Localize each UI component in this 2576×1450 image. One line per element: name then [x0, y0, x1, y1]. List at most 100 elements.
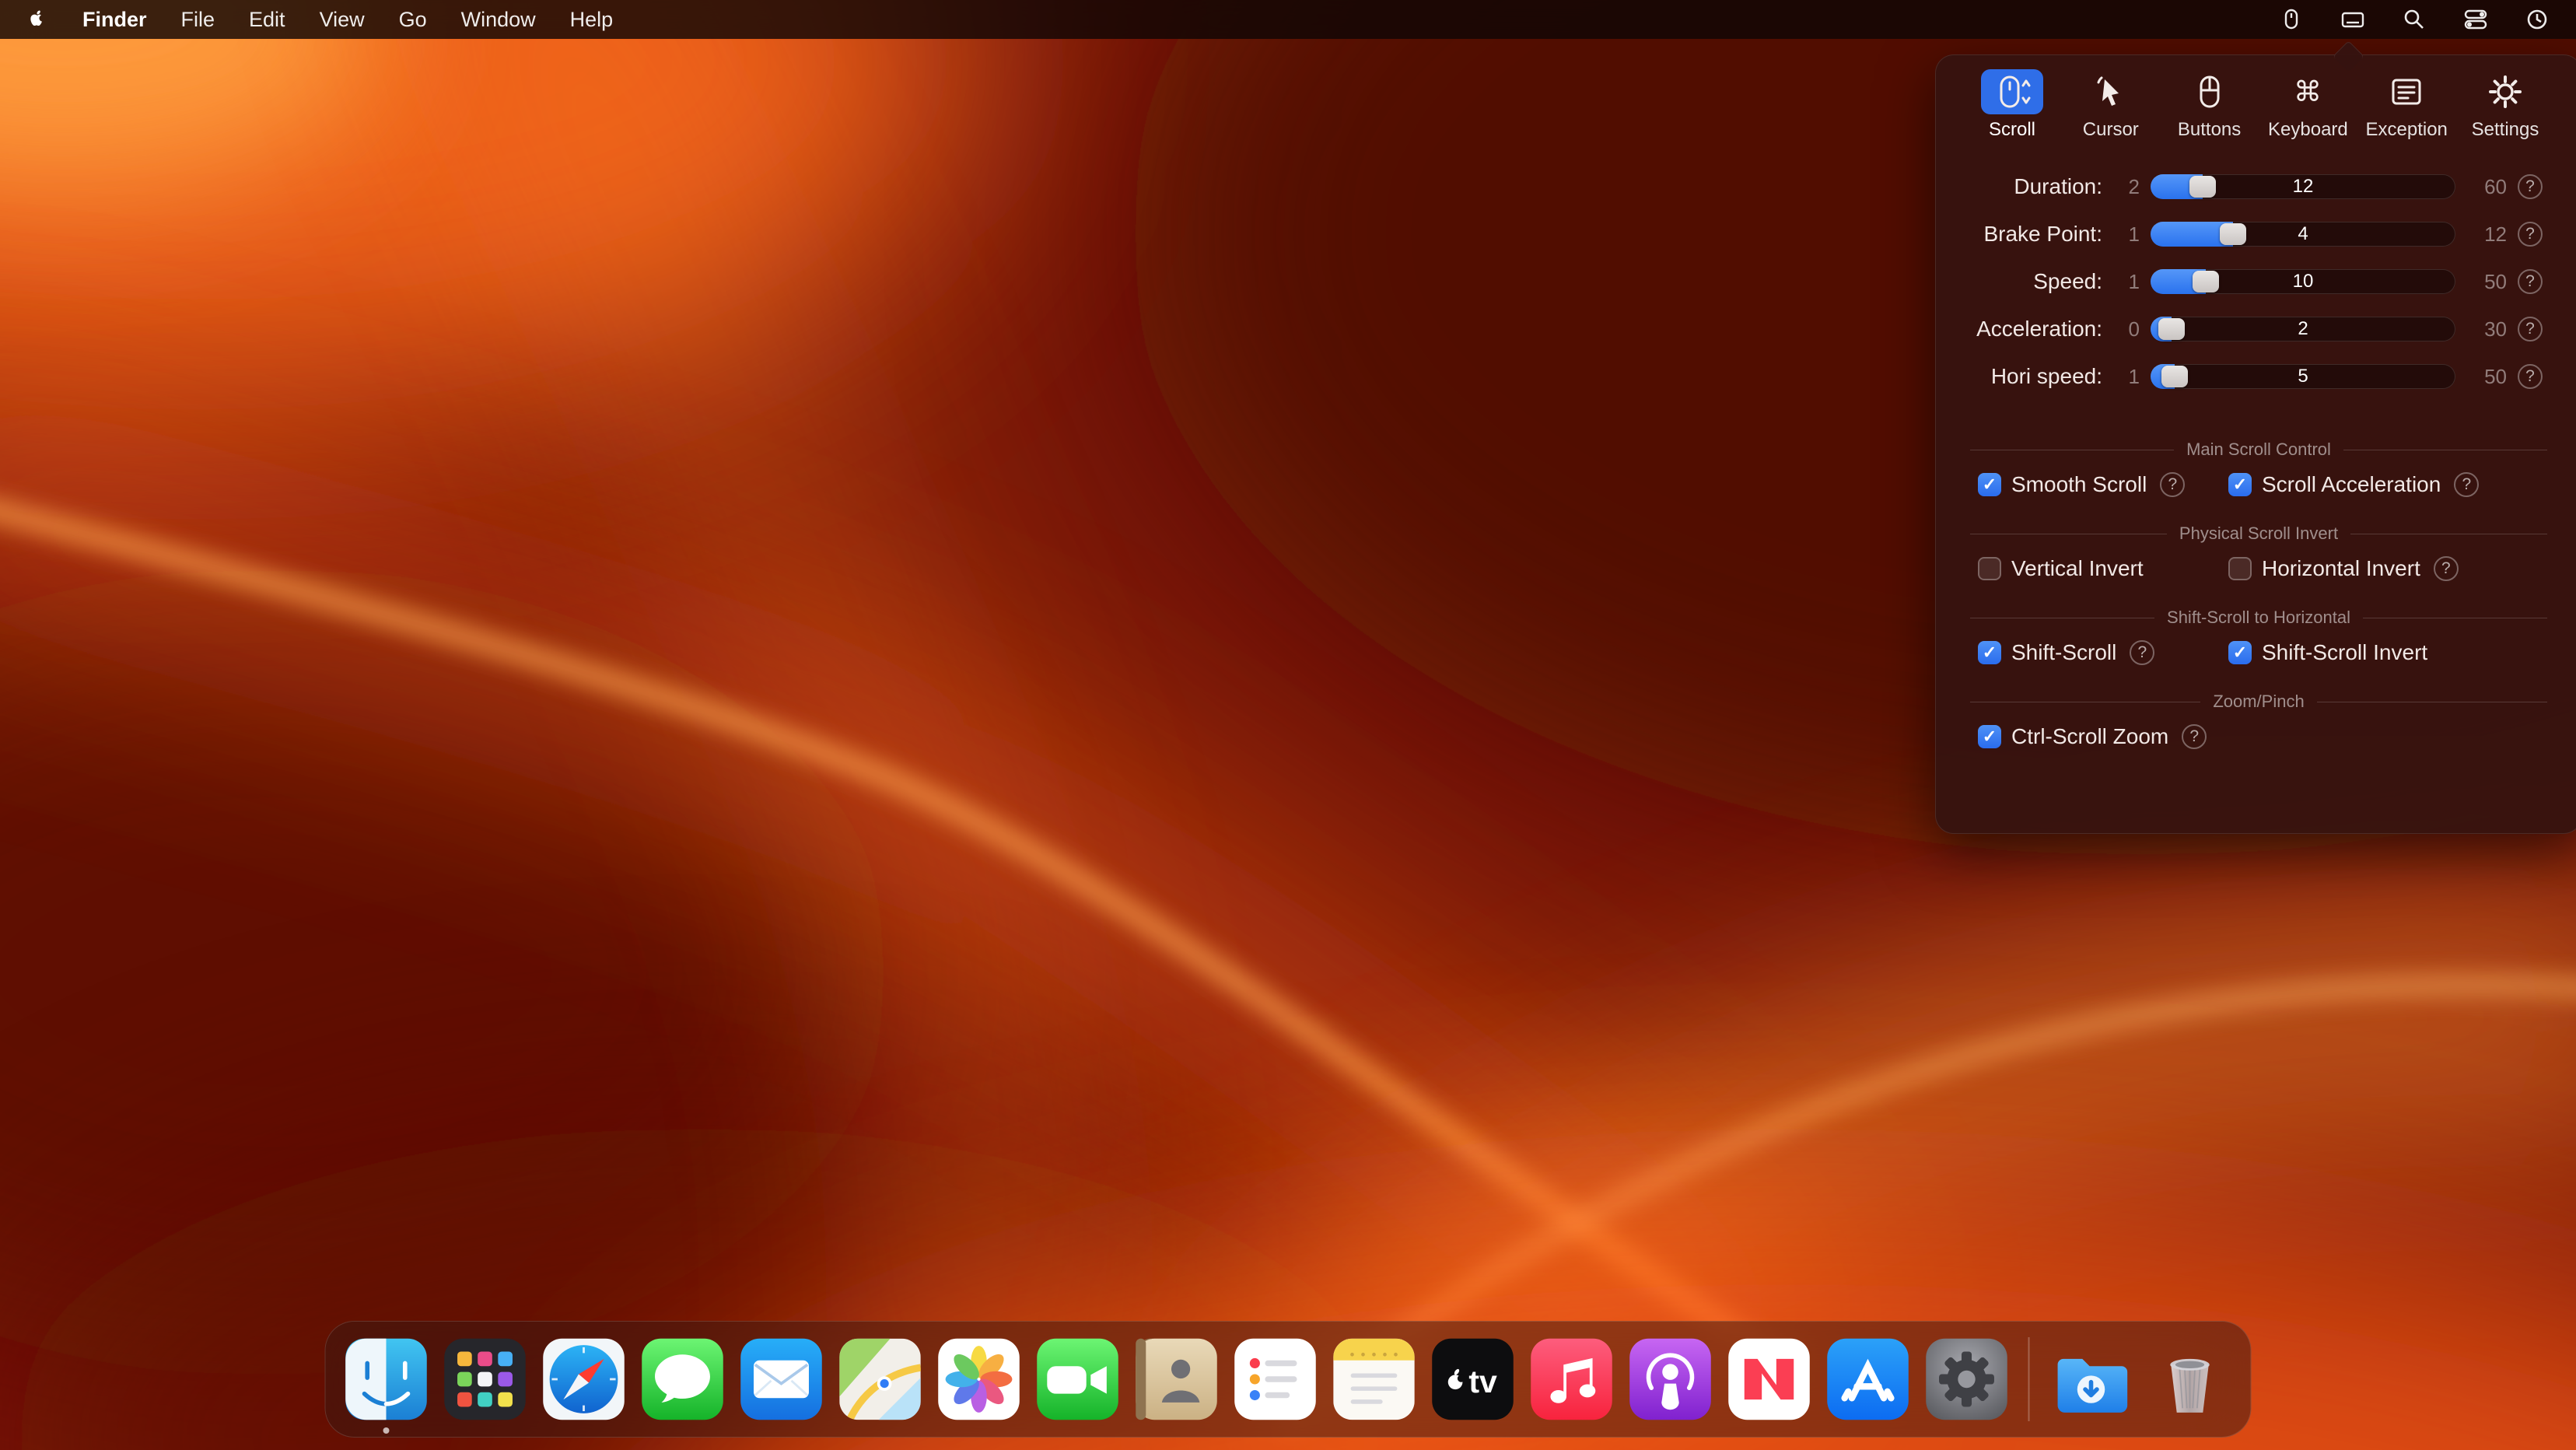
tab-buttons[interactable]: Buttons [2161, 69, 2258, 141]
checkbox[interactable] [1978, 725, 2001, 748]
clock-icon[interactable] [2525, 7, 2550, 32]
slider-min: 0 [2113, 317, 2140, 341]
dock-item-podcasts[interactable] [1627, 1336, 1714, 1423]
dock-item-facetime[interactable] [1034, 1336, 1122, 1423]
finder-icon [343, 1336, 430, 1423]
checkbox[interactable] [1978, 641, 2001, 664]
dock-item-app-store[interactable] [1825, 1336, 1912, 1423]
slider-label: Speed: [1970, 269, 2102, 294]
dock-item-music[interactable] [1528, 1336, 1615, 1423]
control-center-icon[interactable] [2462, 7, 2489, 32]
apple-menu[interactable] [26, 9, 48, 30]
tab-keyboard[interactable]: ⌘ Keyboard [2259, 69, 2356, 141]
dock-item-notes[interactable] [1331, 1336, 1418, 1423]
command-key-icon: ⌘ [2277, 69, 2339, 114]
checkbox-ctrl-scroll-zoom[interactable]: Ctrl-Scroll Zoom [1978, 724, 2228, 749]
checkbox-shift-scroll[interactable]: Shift-Scroll [1978, 640, 2228, 665]
speed-slider[interactable]: 10 [2151, 269, 2455, 294]
dock-item-messages[interactable] [639, 1336, 726, 1423]
checkbox-vertical-invert[interactable]: Vertical Invert [1978, 556, 2228, 581]
help-icon[interactable] [2518, 269, 2543, 294]
menu-go[interactable]: Go [399, 8, 427, 32]
contacts-icon [1133, 1336, 1220, 1423]
photos-icon [936, 1336, 1023, 1423]
checkbox[interactable] [2228, 557, 2252, 580]
tab-settings[interactable]: Settings [2457, 69, 2553, 141]
acceleration-slider[interactable]: 2 [2151, 317, 2455, 341]
checkbox[interactable] [2228, 473, 2252, 496]
help-icon[interactable] [2518, 317, 2543, 341]
duration-slider[interactable]: 12 [2151, 174, 2455, 199]
dock-item-tv[interactable]: tv [1430, 1336, 1517, 1423]
help-icon[interactable] [2518, 174, 2543, 199]
checkbox-horizontal-invert[interactable]: Horizontal Invert [2228, 556, 2547, 581]
tab-scroll[interactable]: Scroll [1964, 69, 2060, 141]
dock-item-mail[interactable] [738, 1336, 825, 1423]
menu-edit[interactable]: Edit [249, 8, 285, 32]
checkbox-smooth-scroll[interactable]: Smooth Scroll [1978, 472, 2228, 497]
mail-icon [738, 1336, 825, 1423]
slider-max: 30 [2466, 317, 2507, 341]
slider-label: Duration: [1970, 174, 2102, 199]
app-menu-finder[interactable]: Finder [82, 8, 147, 32]
dock-item-reminders[interactable] [1232, 1336, 1319, 1423]
help-icon[interactable] [2518, 222, 2543, 247]
dock-item-downloads[interactable] [2048, 1336, 2135, 1423]
hori-speed-slider[interactable]: 5 [2151, 364, 2455, 389]
launchpad-icon [442, 1336, 529, 1423]
tab-label: Scroll [1989, 119, 2035, 141]
dock-item-contacts[interactable] [1133, 1336, 1220, 1423]
music-icon [1528, 1336, 1615, 1423]
group-shift-scroll: Shift-Scroll to Horizontal Shift-Scroll … [1970, 608, 2547, 665]
dock-item-maps[interactable] [837, 1336, 924, 1423]
checkbox[interactable] [2228, 641, 2252, 664]
tab-cursor[interactable]: Cursor [2063, 69, 2159, 141]
slider-max: 50 [2466, 365, 2507, 389]
dock-item-finder[interactable] [343, 1336, 430, 1423]
checkbox-label: Ctrl-Scroll Zoom [2011, 724, 2168, 749]
trash-icon [2147, 1336, 2234, 1423]
apple-logo-icon [26, 9, 48, 30]
help-icon[interactable] [2182, 724, 2207, 749]
help-icon[interactable] [2160, 472, 2185, 497]
checkbox-shift-scroll-invert[interactable]: Shift-Scroll Invert [2228, 640, 2547, 665]
menu-help[interactable]: Help [570, 8, 614, 32]
mouse-icon[interactable] [2279, 7, 2304, 32]
apple-tv-icon: tv [1430, 1336, 1517, 1423]
dock-item-system-settings[interactable] [1923, 1336, 2011, 1423]
slider-max: 60 [2466, 175, 2507, 199]
help-icon[interactable] [2130, 640, 2154, 665]
slider-min: 1 [2113, 222, 2140, 247]
slider-value: 4 [2151, 222, 2455, 247]
dock-item-news[interactable] [1726, 1336, 1813, 1423]
slider-min: 2 [2113, 175, 2140, 199]
dock-item-photos[interactable] [936, 1336, 1023, 1423]
checkbox-scroll-acceleration[interactable]: Scroll Acceleration [2228, 472, 2547, 497]
slider-value: 10 [2151, 269, 2455, 294]
news-icon [1726, 1336, 1813, 1423]
slider-label: Acceleration: [1970, 317, 2102, 341]
dock-item-trash[interactable] [2147, 1336, 2234, 1423]
tab-label: Settings [2472, 119, 2539, 141]
dock-item-launchpad[interactable] [442, 1336, 529, 1423]
help-icon[interactable] [2454, 472, 2479, 497]
mouse-buttons-icon [2179, 69, 2241, 114]
checkbox[interactable] [1978, 557, 2001, 580]
spotlight-icon[interactable] [2402, 7, 2427, 32]
dock: tv [325, 1321, 2252, 1438]
keyboard-icon[interactable] [2340, 7, 2366, 32]
slider-row-brake-point: Brake Point: 1 4 12 [1970, 219, 2547, 249]
dock-item-safari[interactable] [541, 1336, 628, 1423]
help-icon[interactable] [2434, 556, 2459, 581]
slider-row-acceleration: Acceleration: 0 2 30 [1970, 314, 2547, 344]
safari-icon [541, 1336, 628, 1423]
menu-window[interactable]: Window [461, 8, 536, 32]
checkbox-label: Shift-Scroll Invert [2262, 640, 2427, 665]
menu-bar: Finder File Edit View Go Window Help [0, 0, 2576, 39]
help-icon[interactable] [2518, 364, 2543, 389]
brake-point-slider[interactable]: 4 [2151, 222, 2455, 247]
checkbox[interactable] [1978, 473, 2001, 496]
menu-view[interactable]: View [320, 8, 365, 32]
menu-file[interactable]: File [181, 8, 215, 32]
tab-exception[interactable]: Exception [2358, 69, 2455, 141]
